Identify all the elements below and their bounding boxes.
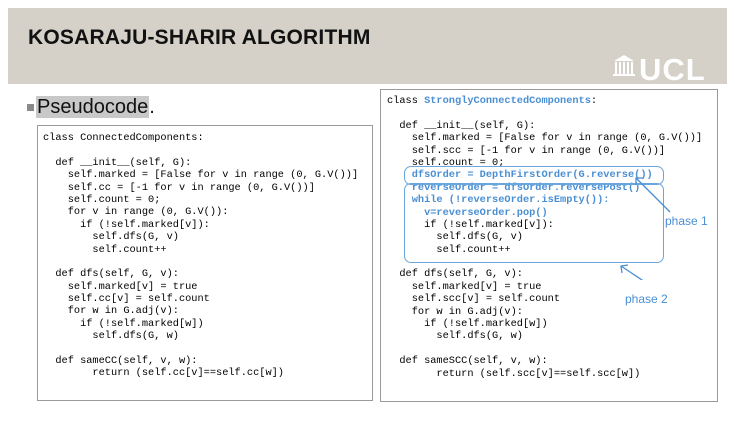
slide-title: KOSARAJU-SHARIR ALGORITHM	[28, 26, 371, 49]
code-line: if (!self.marked[w])	[43, 317, 204, 330]
code-line: self.dfs(G, w)	[43, 330, 179, 343]
phase1-label: phase 1	[665, 214, 708, 228]
pseudocode-label: Pseudocode	[36, 96, 150, 118]
bullet-marker	[27, 104, 34, 111]
phase2-arrow-icon	[620, 265, 644, 280]
code-line: self.marked[v] = true	[43, 280, 198, 293]
code-line: for v in range (0, G.V()):	[43, 206, 229, 219]
code-line: self.marked = [False for v in range (0, …	[43, 169, 359, 182]
class-name-scc: StronglyConnectedComponents	[424, 95, 591, 107]
connected-components-code-box: class ConnectedComponents: def __init__(…	[37, 125, 373, 401]
svg-text:UCL: UCL	[639, 52, 706, 82]
phase2-label: phase 2	[625, 292, 668, 306]
code-line: if (!self.marked[v]):	[43, 218, 210, 231]
code-line: self.marked = [False for v in range (0, …	[387, 132, 703, 145]
code-line: class ConnectedComponents:	[43, 132, 204, 144]
code-line: self.cc = [-1 for v in range (0, G.V())]	[43, 181, 315, 194]
code-line: self.cc[v] = self.count	[43, 293, 210, 306]
code-line: for w in G.adj(v):	[387, 305, 523, 318]
code-line: self.count++	[43, 243, 167, 256]
code-line: for w in G.adj(v):	[43, 305, 179, 318]
code-line: self.count = 0;	[43, 193, 161, 206]
code-line: self.dfs(G, w)	[387, 330, 523, 343]
connected-components-code: class ConnectedComponents: def __init__(…	[43, 132, 358, 380]
code-line: def __init__(self, G):	[43, 156, 192, 169]
code-line: if (!self.marked[w])	[387, 318, 548, 331]
pseudocode-period: .	[149, 96, 155, 118]
code-line: def sameCC(self, v, w):	[43, 355, 198, 368]
code-line: self.scc = [-1 for v in range (0, G.V())…	[387, 144, 666, 157]
bullet-pseudocode: Pseudocode.	[36, 96, 155, 119]
phase1-arrow-icon	[635, 177, 671, 213]
code-line: self.dfs(G, v)	[43, 231, 179, 244]
code-line: def __init__(self, G):	[387, 119, 536, 132]
code-line: def dfs(self, G, v):	[43, 268, 179, 281]
ucl-logo: UCL	[613, 52, 706, 82]
code-line: class StronglyConnectedComponents:	[387, 95, 598, 107]
code-line: def sameSCC(self, v, w):	[387, 355, 548, 368]
code-line: return (self.scc[v]==self.scc[w])	[387, 367, 641, 380]
code-line: return (self.cc[v]==self.cc[w])	[43, 367, 284, 380]
